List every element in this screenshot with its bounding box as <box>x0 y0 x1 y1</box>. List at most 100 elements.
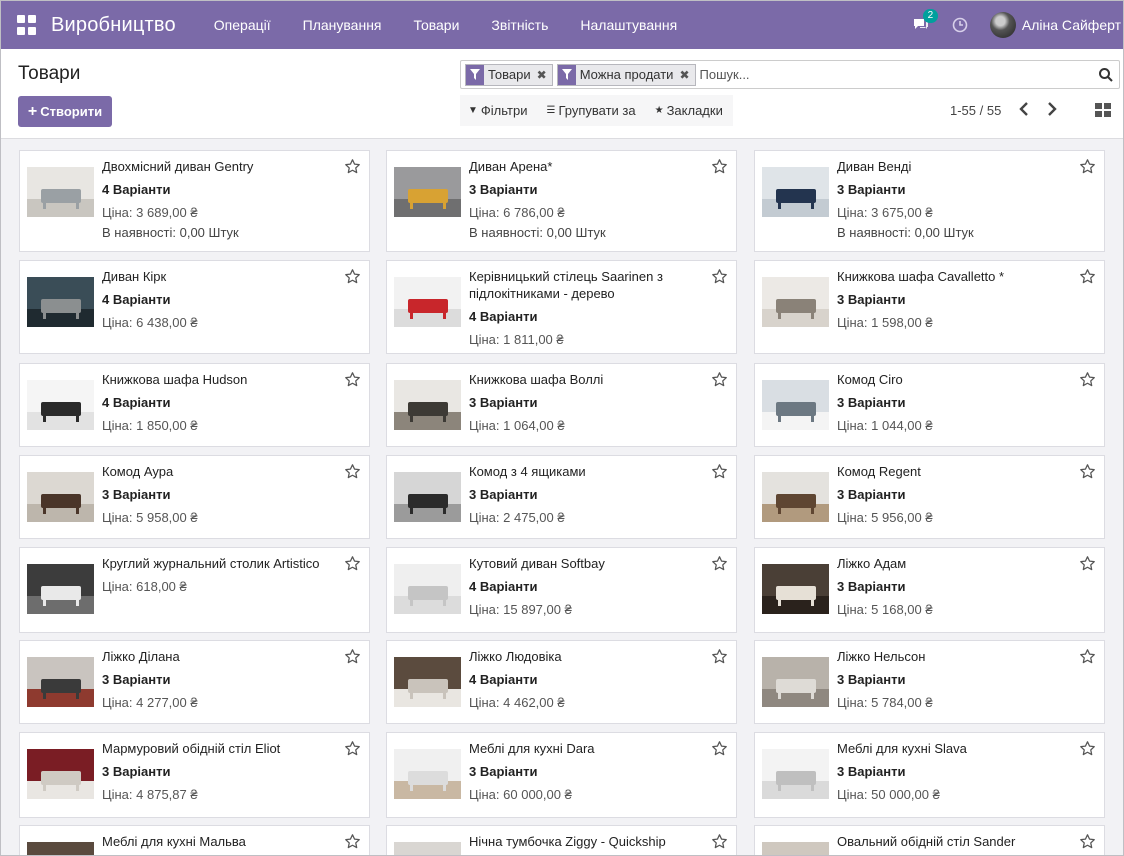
product-card[interactable]: Мармуровий обідній стіл Eliot 3 Варіанти Ц… <box>19 732 370 818</box>
chevron-left-icon[interactable] <box>1017 101 1031 117</box>
favorite-star-icon[interactable] <box>1079 740 1096 757</box>
product-card[interactable]: Книжкова шафа Hudson 4 Варіанти Ціна: 1 85… <box>19 363 370 447</box>
remove-facet-icon[interactable]: ✖ <box>679 68 689 82</box>
product-name: Книжкова шафа Воллі <box>469 372 604 387</box>
product-name: Комод Regent <box>837 464 921 479</box>
favorite-star-icon[interactable] <box>1079 648 1096 665</box>
favorite-star-icon[interactable] <box>344 648 361 665</box>
product-card[interactable]: Керівницький стілець Saarinen з підлокіт… <box>386 260 737 354</box>
favorite-star-icon[interactable] <box>344 268 361 285</box>
favorite-star-icon[interactable] <box>344 463 361 480</box>
product-card[interactable]: Комод Аура 3 Варіанти Ціна: 5 958,00 ₴ <box>19 455 370 539</box>
app-brand[interactable]: Виробництво <box>51 14 176 37</box>
favorite-star-icon[interactable] <box>711 740 728 757</box>
product-card[interactable]: Ліжко Нельсон 3 Варіанти Ціна: 5 784,00 ₴ <box>754 640 1105 724</box>
favorite-star-icon[interactable] <box>711 158 728 175</box>
navbar-systray: 2 Аліна Сайферт <box>912 1 1123 49</box>
menu-products[interactable]: Товари <box>398 17 476 33</box>
control-panel: Товари + Створити Товари ✖ Можна продати… <box>1 49 1123 139</box>
create-button[interactable]: + Створити <box>18 96 112 127</box>
product-card[interactable]: Комод з 4 ящиками 3 Варіанти Ціна: 2 475,0… <box>386 455 737 539</box>
filter-icon: ▼ <box>468 105 478 116</box>
product-card[interactable]: Круглий журнальний столик Artistico Ціна:… <box>19 547 370 633</box>
favorite-star-icon[interactable] <box>344 833 361 850</box>
favorite-star-icon[interactable] <box>1079 268 1096 285</box>
user-name[interactable]: Аліна Сайферт <box>1022 17 1121 33</box>
favorite-star-icon[interactable] <box>711 648 728 665</box>
product-image <box>394 277 461 327</box>
product-card[interactable]: Комод Regent 3 Варіанти Ціна: 5 956,00 ₴ <box>754 455 1105 539</box>
favorites-dropdown[interactable]: ★ Закладки <box>655 103 723 118</box>
favorite-star-icon[interactable] <box>344 158 361 175</box>
product-card[interactable]: Нічна тумбочка Ziggy - Quickship <box>386 825 737 855</box>
product-info: Ліжко Людовіка 4 Варіанти Ціна: 4 462,00 ₴ <box>469 648 707 711</box>
search-facet[interactable]: Товари ✖ <box>465 63 553 86</box>
product-card[interactable]: Меблі для кухні Мальва <box>19 825 370 855</box>
favorite-star-icon[interactable] <box>1079 555 1096 572</box>
menu-planning[interactable]: Планування <box>287 17 398 33</box>
product-info: Ліжко Ділана 3 Варіанти Ціна: 4 277,00 ₴ <box>102 648 340 711</box>
favorite-star-icon[interactable] <box>711 555 728 572</box>
product-info: Диван Кірк 4 Варіанти Ціна: 6 438,00 ₴ <box>102 268 340 331</box>
product-variants: 3 Варіанти <box>837 395 906 410</box>
product-card[interactable]: Диван Арена* 3 Варіанти Ціна: 6 786,00 ₴ В … <box>386 150 737 252</box>
kanban-view: Двохмісний диван Gentry 4 Варіанти Ціна: 3… <box>1 139 1123 855</box>
product-price: Ціна: 6 786,00 ₴ <box>469 205 565 220</box>
group-by-dropdown[interactable]: ☰ Групувати за <box>546 103 635 118</box>
product-image <box>762 564 829 614</box>
filters-dropdown[interactable]: ▼ Фільтри <box>468 103 527 118</box>
remove-facet-icon[interactable]: ✖ <box>537 68 547 82</box>
pager-value[interactable]: 1-55 / 55 <box>950 103 1001 118</box>
product-card[interactable]: Ліжко Людовіка 4 Варіанти Ціна: 4 462,00 ₴ <box>386 640 737 724</box>
menu-reporting[interactable]: Звітність <box>475 17 564 33</box>
product-stock: В наявності: 0,00 Штук <box>469 225 606 240</box>
favorite-star-icon[interactable] <box>1079 158 1096 175</box>
favorite-star-icon[interactable] <box>1079 833 1096 850</box>
product-image <box>762 380 829 430</box>
product-info: Круглий журнальний столик Artistico Ціна:… <box>102 555 340 595</box>
chat-icon[interactable]: 2 <box>912 9 938 33</box>
favorite-star-icon[interactable] <box>711 371 728 388</box>
search-bar[interactable]: Товари ✖ Можна продати ✖ <box>460 60 1120 89</box>
product-card[interactable]: Диван Венді 3 Варіанти Ціна: 3 675,00 ₴ В н… <box>754 150 1105 252</box>
product-card[interactable]: Овальний обідній стіл Sander <box>754 825 1105 855</box>
apps-menu-icon[interactable] <box>17 15 37 35</box>
product-card[interactable]: Книжкова шафа Воллі 3 Варіанти Ціна: 1 064… <box>386 363 737 447</box>
search-input[interactable] <box>699 63 1098 86</box>
product-stock: В наявності: 0,00 Штук <box>102 225 239 240</box>
product-name: Мармуровий обідній стіл Eliot <box>102 741 281 756</box>
search-facet[interactable]: Можна продати ✖ <box>556 63 696 86</box>
product-image <box>762 749 829 799</box>
product-card[interactable]: Меблі для кухні Slava 3 Варіанти Ціна: 50 … <box>754 732 1105 818</box>
product-info: Меблі для кухні Мальва <box>102 833 340 850</box>
product-card[interactable]: Книжкова шафа Cavalletto * 3 Варіанти Ціна… <box>754 260 1105 354</box>
activity-clock-icon[interactable] <box>952 17 968 33</box>
product-info: Овальний обідній стіл Sander <box>837 833 1075 850</box>
favorite-star-icon[interactable] <box>711 463 728 480</box>
product-image <box>762 842 829 855</box>
chevron-right-icon[interactable] <box>1045 101 1059 117</box>
favorite-star-icon[interactable] <box>1079 463 1096 480</box>
product-card[interactable]: Диван Кірк 4 Варіанти Ціна: 6 438,00 ₴ <box>19 260 370 354</box>
product-card[interactable]: Кутовий диван Softbay 4 Варіанти Ціна: 15 … <box>386 547 737 633</box>
menu-operations[interactable]: Операції <box>198 17 287 33</box>
favorite-star-icon[interactable] <box>711 833 728 850</box>
product-card[interactable]: Комод Ciro 3 Варіанти Ціна: 1 044,00 ₴ <box>754 363 1105 447</box>
user-avatar[interactable] <box>989 12 1016 38</box>
kanban-view-icon[interactable] <box>1095 103 1111 117</box>
product-card[interactable]: Ліжко Ділана 3 Варіанти Ціна: 4 277,00 ₴ <box>19 640 370 724</box>
chat-count-badge: 2 <box>922 9 938 23</box>
favorite-star-icon[interactable] <box>1079 371 1096 388</box>
product-card[interactable]: Двохмісний диван Gentry 4 Варіанти Ціна: 3… <box>19 150 370 252</box>
favorite-star-icon[interactable] <box>344 740 361 757</box>
favorite-star-icon[interactable] <box>711 268 728 285</box>
menu-configuration[interactable]: Налаштування <box>564 17 693 33</box>
product-card[interactable]: Меблі для кухні Dara 3 Варіанти Ціна: 60 0… <box>386 732 737 818</box>
favorite-star-icon[interactable] <box>344 555 361 572</box>
product-info: Меблі для кухні Dara 3 Варіанти Ціна: 60 0… <box>469 740 707 803</box>
product-image <box>27 842 94 855</box>
product-image <box>394 842 461 855</box>
product-card[interactable]: Ліжко Адам 3 Варіанти Ціна: 5 168,00 ₴ <box>754 547 1105 633</box>
search-icon[interactable] <box>1098 67 1114 83</box>
favorite-star-icon[interactable] <box>344 371 361 388</box>
